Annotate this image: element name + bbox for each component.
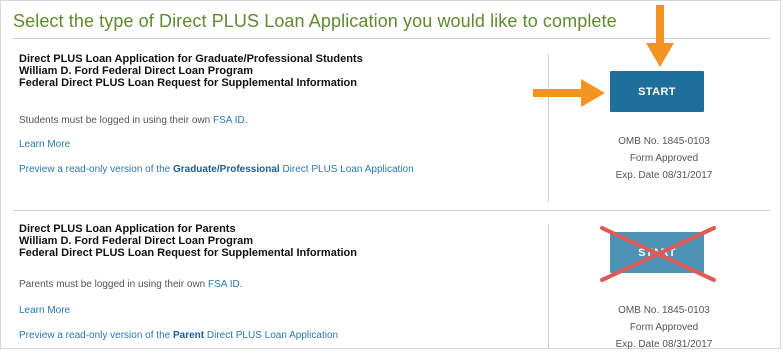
column-divider	[548, 224, 549, 349]
login-requirement: Students must be logged in using their o…	[19, 115, 247, 126]
section-divider	[13, 210, 770, 211]
section-title-line: William D. Ford Federal Direct Loan Prog…	[19, 65, 254, 77]
section-title-line: Direct PLUS Loan Application for Graduat…	[19, 53, 363, 65]
graduate-actions: START OMB No. 1845-0103 Form Approved Ex…	[558, 44, 770, 207]
loan-application-panel: Select the type of Direct PLUS Loan Appl…	[0, 0, 781, 350]
parent-actions: START OMB No. 1845-0103 Form Approved Ex…	[558, 214, 770, 354]
login-requirement: Parents must be logged in using their ow…	[19, 279, 242, 290]
preview-line: Preview a read-only version of the Gradu…	[19, 164, 414, 175]
form-approved: Form Approved	[629, 322, 699, 333]
graduate-info: Direct PLUS Loan Application for Graduat…	[19, 44, 539, 175]
login-text: Students must be logged in using their o…	[19, 115, 211, 126]
page-heading: Select the type of Direct PLUS Loan Appl…	[13, 11, 617, 31]
parent-application-section: Direct PLUS Loan Application for Parents…	[13, 210, 770, 354]
learn-more-link[interactable]: Learn More	[19, 139, 70, 150]
preview-parent-link[interactable]: Parent	[173, 330, 204, 341]
learn-more-link[interactable]: Learn More	[19, 305, 70, 316]
heading-divider	[13, 38, 770, 39]
omb-info: OMB No. 1845-0103 Form Approved Exp. Dat…	[558, 302, 770, 353]
login-text: Parents must be logged in using their ow…	[19, 279, 206, 290]
preview-prefix[interactable]: Preview a read-only version of the	[19, 330, 170, 341]
omb-number: OMB No. 1845-0103	[618, 305, 710, 316]
login-end: .	[244, 115, 248, 126]
omb-info: OMB No. 1845-0103 Form Approved Exp. Dat…	[558, 133, 770, 184]
preview-suffix[interactable]: Direct PLUS Loan Application	[282, 164, 413, 175]
column-divider	[548, 54, 549, 202]
login-end: .	[239, 279, 243, 290]
graduate-application-section: Direct PLUS Loan Application for Graduat…	[13, 44, 770, 207]
preview-suffix[interactable]: Direct PLUS Loan Application	[207, 330, 338, 341]
exp-date: Exp. Date 08/31/2017	[615, 339, 713, 350]
form-approved: Form Approved	[629, 153, 699, 164]
preview-prefix[interactable]: Preview a read-only version of the	[19, 164, 170, 175]
exp-date: Exp. Date 08/31/2017	[615, 170, 713, 181]
section-title-line: William D. Ford Federal Direct Loan Prog…	[19, 235, 254, 247]
fsa-id-link[interactable]: FSA ID	[213, 115, 245, 126]
start-graduate-button[interactable]: START	[610, 71, 704, 112]
parent-info: Direct PLUS Loan Application for Parents…	[19, 214, 539, 341]
section-title-line: Federal Direct PLUS Loan Request for Sup…	[19, 247, 357, 259]
fsa-id-link[interactable]: FSA ID	[208, 279, 240, 290]
preview-line: Preview a read-only version of the Paren…	[19, 330, 338, 341]
section-title-line: Direct PLUS Loan Application for Parents	[19, 223, 236, 235]
start-parent-button[interactable]: START	[610, 232, 704, 273]
omb-number: OMB No. 1845-0103	[618, 136, 710, 147]
preview-graduate-link[interactable]: Graduate/Professional	[173, 164, 280, 175]
section-title-line: Federal Direct PLUS Loan Request for Sup…	[19, 77, 357, 89]
